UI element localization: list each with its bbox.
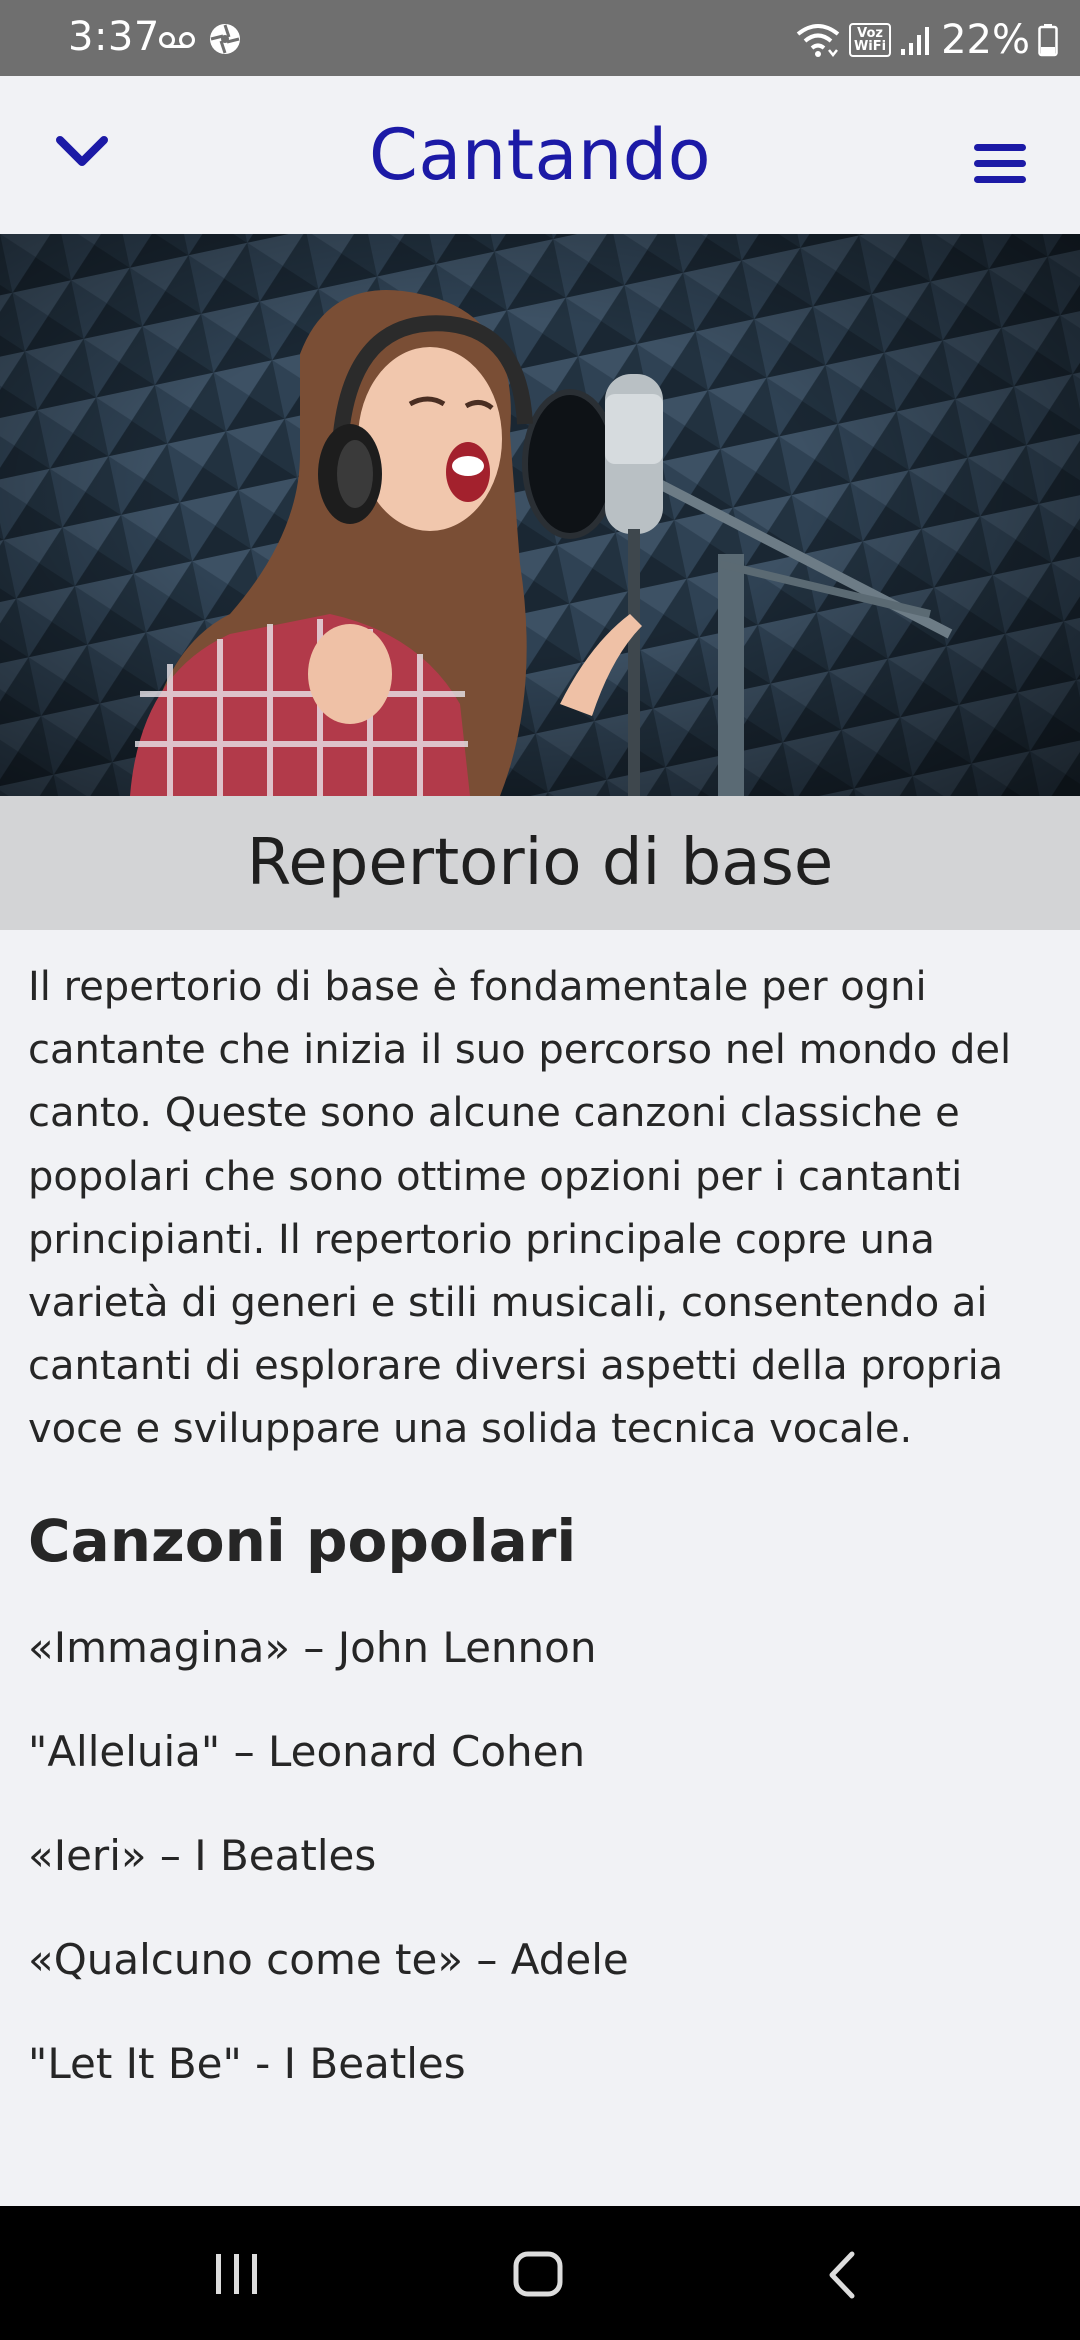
app-title: Cantando [368, 114, 712, 196]
aperture-icon [210, 24, 240, 54]
hamburger-menu-icon[interactable] [972, 142, 1028, 186]
songs-heading: Canzoni popolari [28, 1506, 577, 1575]
song-list: «Immagina» – John Lennon "Alleluia" – Le… [28, 1596, 1058, 2116]
song-item: «Immagina» – John Lennon [28, 1622, 597, 1672]
intro-paragraph: Il repertorio di base è fondamentale per… [28, 964, 1012, 1453]
main-content: Il repertorio di base è fondamentale per… [28, 956, 1058, 2116]
section-title: Repertorio di base [246, 826, 834, 900]
status-right-group: Voz WiFi 22% [795, 14, 1058, 66]
status-bar: 3:37 Voz WiFi 22% [0, 0, 1080, 76]
hero-image [0, 234, 1080, 796]
singer-in-recording-studio-image [0, 234, 1080, 796]
song-item: «Ieri» – I Beatles [28, 1830, 377, 1880]
wifi-icon [796, 24, 840, 58]
app-header: Cantando [0, 76, 1080, 235]
section-heading-band: Repertorio di base [0, 796, 1080, 930]
recent-apps-icon[interactable] [214, 2252, 260, 2296]
back-icon[interactable] [826, 2250, 856, 2300]
battery-percentage: 22% [941, 17, 1030, 63]
signal-icon [901, 27, 930, 55]
system-nav-bar [0, 2206, 1080, 2340]
vowifi-badge: Voz WiFi [848, 23, 892, 57]
song-item: «Qualcuno come te» – Adele [28, 1934, 629, 1984]
song-item: "Let It Be" - I Beatles [28, 2038, 466, 2088]
vowifi-bottom: WiFi [853, 39, 887, 54]
status-time: 3:37 [68, 14, 160, 60]
voicemail-icon [159, 32, 195, 48]
home-icon[interactable] [512, 2250, 564, 2298]
battery-icon [1038, 24, 1058, 57]
song-item: "Alleluia" – Leonard Cohen [28, 1726, 586, 1776]
